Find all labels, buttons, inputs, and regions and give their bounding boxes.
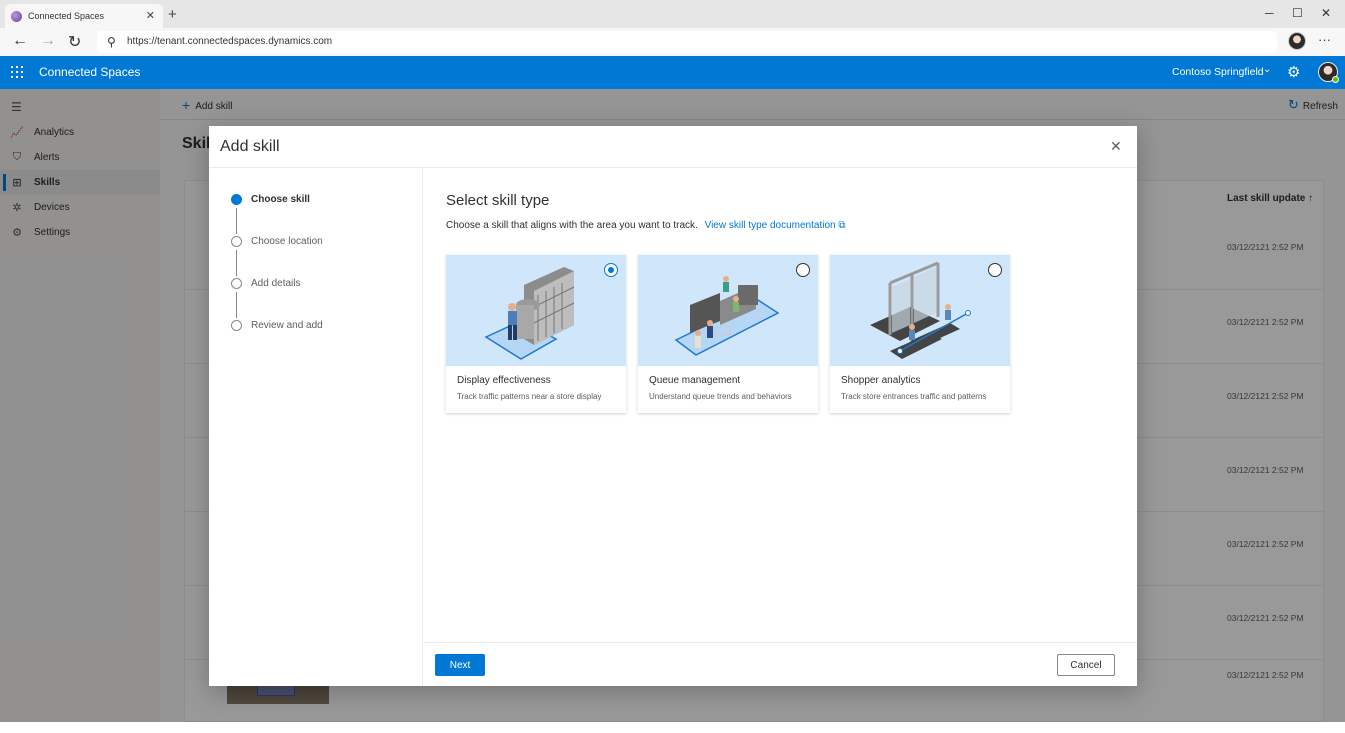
step-label: Review and add (251, 319, 323, 331)
description-text: Choose a skill that aligns with the area… (446, 220, 698, 231)
queue-illustration (638, 255, 818, 366)
url-input[interactable]: ⚲ https://tenant.connectedspaces.dynamic… (97, 31, 1277, 53)
radio-selected[interactable] (604, 263, 618, 277)
card-description: Understand queue trends and behaviors (649, 392, 792, 401)
close-tab-icon[interactable]: ✕ (146, 9, 155, 22)
skill-card-shopper-analytics[interactable]: Shopper analytics Track store entrances … (830, 255, 1010, 413)
skill-card-display-effectiveness[interactable]: Display effectiveness Track traffic patt… (446, 255, 626, 413)
step-current-icon (231, 193, 242, 205)
card-title: Shopper analytics (841, 375, 921, 386)
add-skill-dialog: Add skill ✕ Choose skill Choose location… (209, 126, 1137, 686)
entrance-illustration (830, 255, 1010, 366)
step-add-details[interactable]: Add details (231, 276, 300, 290)
settings-gear-icon[interactable]: ⚙ (1287, 63, 1300, 81)
reload-icon[interactable]: ↻ (68, 32, 81, 52)
more-options-icon[interactable]: ··· (1318, 32, 1331, 47)
minimize-icon[interactable]: ─ (1265, 6, 1274, 20)
step-connector (236, 292, 237, 318)
browser-profile-avatar[interactable] (1288, 32, 1306, 50)
skill-card-queue-management[interactable]: Queue management Understand queue trends… (638, 255, 818, 413)
link-text: View skill type documentation (704, 220, 836, 231)
dialog-content: Select skill type Choose a skill that al… (424, 168, 1137, 642)
card-title: Display effectiveness (457, 375, 551, 386)
card-description: Track store entrances traffic and patter… (841, 392, 987, 401)
new-tab-icon[interactable]: + (168, 6, 177, 23)
section-description: Choose a skill that aligns with the area… (446, 220, 846, 231)
tenant-selector[interactable]: Contoso Springfield (1172, 66, 1264, 78)
step-label: Choose skill (251, 193, 310, 205)
next-button[interactable]: Next (435, 654, 485, 676)
close-window-icon[interactable]: ✕ (1321, 6, 1331, 20)
step-connector (236, 250, 237, 276)
step-label: Choose location (251, 235, 323, 247)
forward-icon[interactable]: → (40, 32, 56, 50)
back-icon[interactable]: ← (12, 32, 28, 50)
app-launcher-icon[interactable] (11, 66, 23, 78)
address-bar-row: ← → ↻ ⚲ https://tenant.connectedspaces.d… (0, 28, 1345, 56)
step-pending-icon (231, 235, 242, 247)
step-pending-icon (231, 319, 242, 331)
tab-title: Connected Spaces (28, 11, 105, 21)
step-review-and-add[interactable]: Review and add (231, 318, 323, 332)
display-illustration (446, 255, 626, 366)
cancel-button[interactable]: Cancel (1057, 654, 1115, 676)
maximize-icon[interactable]: ☐ (1292, 6, 1303, 20)
radio-unselected[interactable] (796, 263, 810, 277)
step-label: Add details (251, 277, 301, 289)
step-choose-location[interactable]: Choose location (231, 234, 323, 248)
card-description: Track traffic patterns near a store disp… (457, 392, 602, 401)
section-title: Select skill type (446, 192, 550, 209)
url-text: https://tenant.connectedspaces.dynamics.… (127, 36, 333, 47)
presence-status-icon (1332, 76, 1339, 83)
card-title: Queue management (649, 375, 741, 386)
dialog-title: Add skill (220, 138, 280, 155)
radio-unselected[interactable] (988, 263, 1002, 277)
wizard-steps: Choose skill Choose location Add details… (209, 168, 423, 686)
documentation-link[interactable]: View skill type documentation ⧉ (705, 220, 846, 231)
app-header: Connected Spaces Contoso Springfield ⌄ ⚙ (0, 56, 1345, 89)
dialog-footer: Next Cancel (424, 642, 1137, 686)
close-icon[interactable]: ✕ (1110, 138, 1122, 155)
step-choose-skill[interactable]: Choose skill (231, 192, 310, 206)
external-link-icon: ⧉ (838, 220, 846, 231)
search-icon: ⚲ (107, 35, 116, 49)
chevron-down-icon[interactable]: ⌄ (1263, 64, 1271, 75)
step-pending-icon (231, 277, 242, 289)
connected-spaces-favicon-icon (11, 10, 22, 22)
browser-tab[interactable]: Connected Spaces ✕ (5, 4, 163, 28)
browser-tab-bar: Connected Spaces ✕ + ─ ☐ ✕ (0, 0, 1345, 28)
app-title[interactable]: Connected Spaces (39, 65, 140, 79)
step-connector (236, 208, 237, 234)
